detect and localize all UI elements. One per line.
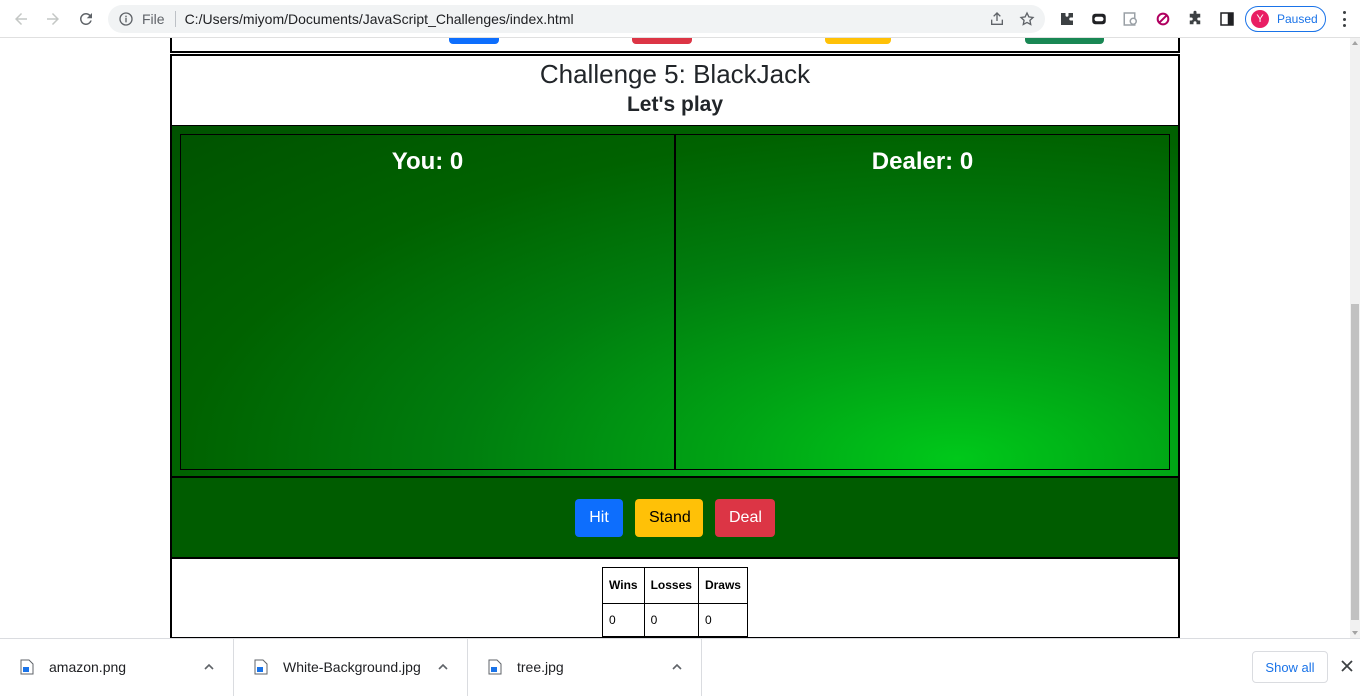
close-icon[interactable] xyxy=(1340,659,1354,673)
scheme-label: File xyxy=(142,11,165,27)
previous-yellow-button[interactable] xyxy=(825,38,891,44)
chat-extension-icon[interactable] xyxy=(1089,9,1108,28)
hit-button[interactable]: Hit xyxy=(575,498,623,537)
show-all-button[interactable]: Show all xyxy=(1252,651,1328,683)
more-menu-icon[interactable] xyxy=(1336,10,1352,28)
share-icon[interactable] xyxy=(989,11,1005,27)
url-text[interactable]: C:/Users/miyom/Documents/JavaScript_Chal… xyxy=(185,11,574,27)
previous-blue-button[interactable] xyxy=(449,38,499,44)
page-viewport: Challenge 5: BlackJack Let's play You: 0… xyxy=(0,38,1350,638)
block-extension-icon[interactable] xyxy=(1153,9,1172,28)
reload-icon xyxy=(79,12,92,25)
draws-header: Draws xyxy=(697,567,748,604)
forward-arrow-icon xyxy=(47,13,59,25)
blackjack-table: You: 0 Dealer: 0 xyxy=(172,126,1178,478)
download-bar: amazon.png White-Background.jpg tree.jpg… xyxy=(0,638,1360,696)
previous-challenge-section xyxy=(170,38,1180,53)
image-file-icon xyxy=(488,659,502,675)
deal-button[interactable]: Deal xyxy=(715,498,775,537)
download-filename: tree.jpg xyxy=(517,659,564,675)
page-title: Challenge 5: BlackJack xyxy=(539,59,811,89)
stand-button[interactable]: Stand xyxy=(635,498,703,537)
download-item[interactable]: tree.jpg xyxy=(468,638,702,696)
download-filename: White-Background.jpg xyxy=(283,659,421,675)
wins-value: 0 xyxy=(602,602,645,638)
back-button[interactable] xyxy=(5,3,37,35)
dealer-box: Dealer: 0 xyxy=(676,135,1169,469)
chevron-up-icon[interactable] xyxy=(671,661,683,673)
download-filename: amazon.png xyxy=(49,659,127,675)
previous-green-button[interactable] xyxy=(1025,38,1104,44)
profile-button[interactable]: Y Paused xyxy=(1245,6,1326,32)
chevron-up-icon[interactable] xyxy=(203,661,215,673)
download-item[interactable]: amazon.png xyxy=(0,638,234,696)
draws-value: 0 xyxy=(697,602,748,638)
extensions-area xyxy=(1057,9,1236,28)
dealer-score: Dealer: 0 xyxy=(871,148,974,175)
blackjack-container: Challenge 5: BlackJack Let's play You: 0… xyxy=(170,54,1180,638)
score-table: Wins Losses Draws 0 0 0 xyxy=(602,567,748,638)
image-file-icon xyxy=(20,659,34,675)
puzzle-tool-icon[interactable] xyxy=(1057,9,1076,28)
losses-header: Losses xyxy=(643,567,699,604)
player-dealer-boxes: You: 0 Dealer: 0 xyxy=(180,134,1170,470)
game-controls: Hit Stand Deal xyxy=(172,478,1178,559)
score-area: Wins Losses Draws 0 0 0 xyxy=(172,559,1178,638)
score-header-row: Wins Losses Draws xyxy=(602,567,748,604)
profile-status: Paused xyxy=(1277,12,1318,26)
reload-button[interactable] xyxy=(70,3,102,35)
blackjack-header: Challenge 5: BlackJack Let's play xyxy=(172,56,1178,126)
avatar: Y xyxy=(1251,10,1269,28)
download-item[interactable]: White-Background.jpg xyxy=(234,638,468,696)
page-subtitle: Let's play xyxy=(626,93,724,116)
search-page-extension-icon[interactable] xyxy=(1121,9,1140,28)
wins-header: Wins xyxy=(602,567,645,604)
forward-button[interactable] xyxy=(37,3,69,35)
scroll-down-arrow-icon[interactable] xyxy=(1352,631,1358,635)
previous-red-button[interactable] xyxy=(632,38,692,44)
back-arrow-icon xyxy=(15,13,27,25)
image-file-icon xyxy=(254,659,268,675)
address-bar[interactable]: File C:/Users/miyom/Documents/JavaScript… xyxy=(108,5,1045,33)
page-scrollbar[interactable] xyxy=(1350,38,1360,638)
extensions-puzzle-icon[interactable] xyxy=(1185,9,1204,28)
bookmark-star-icon[interactable] xyxy=(1019,11,1035,27)
info-icon[interactable] xyxy=(118,11,134,27)
losses-value: 0 xyxy=(643,602,699,638)
scrollbar-thumb[interactable] xyxy=(1351,304,1359,620)
player-score: You: 0 xyxy=(391,148,464,175)
browser-toolbar: File C:/Users/miyom/Documents/JavaScript… xyxy=(0,0,1360,38)
chevron-up-icon[interactable] xyxy=(437,661,449,673)
scroll-up-arrow-icon[interactable] xyxy=(1352,41,1358,45)
omnibox-separator xyxy=(174,11,176,27)
score-value-row: 0 0 0 xyxy=(602,602,748,638)
player-box: You: 0 xyxy=(181,135,676,469)
side-panel-icon[interactable] xyxy=(1217,9,1236,28)
